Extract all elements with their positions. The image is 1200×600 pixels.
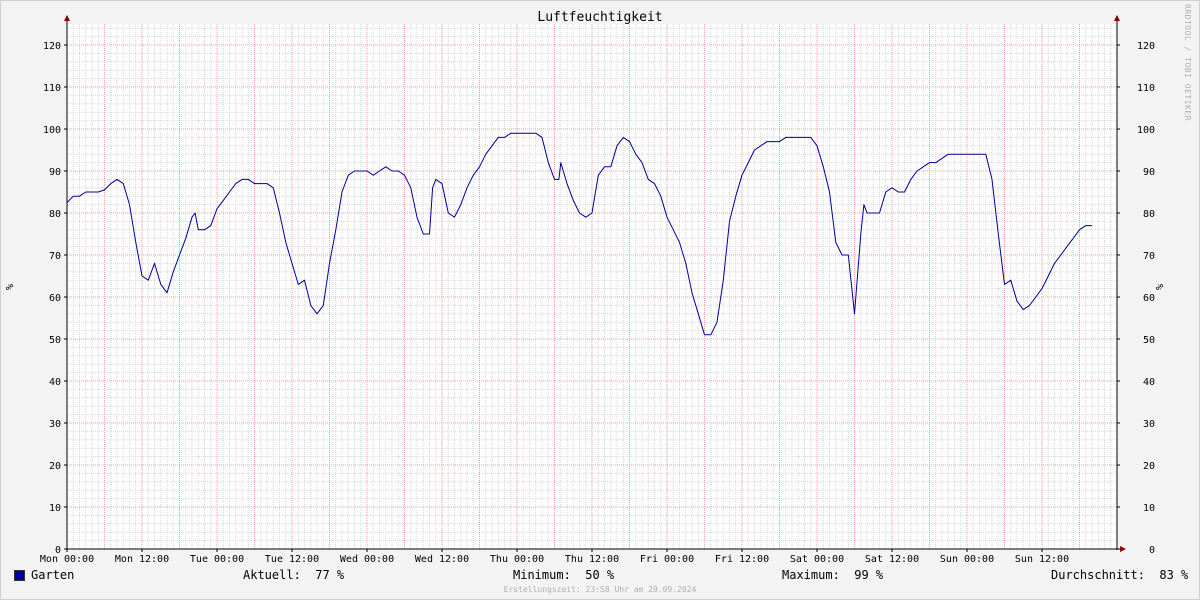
x-tick-label: Sat 12:00 <box>865 554 919 565</box>
y-tick-label-right: 10 <box>1143 503 1155 514</box>
y-axis-unit-left: % <box>5 284 16 290</box>
y-tick-label-left: 10 <box>49 503 61 514</box>
x-tick-label: Sun 00:00 <box>940 554 994 565</box>
stat-minimum: Minimum: 50 % <box>513 568 614 582</box>
stat-average-label: Durchschnitt: <box>1051 568 1145 582</box>
stat-average-value: 83 % <box>1159 568 1189 582</box>
y-tick-label-right: 50 <box>1143 335 1155 346</box>
stat-current-label: Aktuell: <box>243 568 301 582</box>
y-tick-label-right: 120 <box>1137 41 1155 52</box>
x-tick-label: Mon 00:00 <box>40 554 94 565</box>
y-tick-label-left: 70 <box>49 251 61 262</box>
y-tick-label-left: 90 <box>49 167 61 178</box>
x-tick-label: Thu 12:00 <box>565 554 619 565</box>
y-tick-label-left: 60 <box>49 293 61 304</box>
y-tick-label-right: 20 <box>1143 461 1155 472</box>
y-tick-label-left: 50 <box>49 335 61 346</box>
y-tick-label-right: 40 <box>1143 377 1155 388</box>
y-tick-label-left: 100 <box>43 125 61 136</box>
chart-title: Luftfeuchtigkeit <box>537 10 663 25</box>
y-tick-label-left: 30 <box>49 419 61 430</box>
y-tick-label-right: 60 <box>1143 293 1155 304</box>
y-tick-label-right: 70 <box>1143 251 1155 262</box>
x-tick-label: Sun 12:00 <box>1015 554 1069 565</box>
x-axis-arrow <box>1120 546 1126 552</box>
x-tick-label: Tue 00:00 <box>190 554 244 565</box>
stat-maximum-label: Maximum: <box>782 568 840 582</box>
y-tick-label-left: 80 <box>49 209 61 220</box>
y-tick-label-right: 80 <box>1143 209 1155 220</box>
rrdtool-watermark: RRDTOOL / TOBI OETIKER <box>1183 4 1192 121</box>
creation-timestamp: Erstellungszeit: 23:58 Uhr am 29.09.2024 <box>503 585 697 594</box>
x-tick-label: Mon 12:00 <box>115 554 169 565</box>
stat-maximum-value: 99 % <box>854 568 884 582</box>
legend-series-name: Garten <box>31 568 75 582</box>
y-tick-label-right: 100 <box>1137 125 1155 136</box>
y-axis-unit-right: % <box>1155 284 1166 290</box>
legend-swatch-garten <box>14 569 25 581</box>
graph-canvas: Mon 00:00 Mon 12:00 Tue 00:00 Tue 12:00 Wed … <box>0 0 1200 600</box>
chart-plot: Mon 00:00 Mon 12:00 Tue 00:00 Tue 12:00 Wed … <box>5 15 1166 565</box>
x-tick-label: Thu 00:00 <box>490 554 544 565</box>
y-tick-label-right: 0 <box>1149 545 1155 556</box>
y-tick-label-left: 40 <box>49 377 61 388</box>
stat-maximum: Maximum: 99 % <box>782 568 883 582</box>
stat-minimum-value: 50 % <box>585 568 615 582</box>
y-tick-label-left: 120 <box>43 41 61 52</box>
legend: Garten <box>14 568 74 582</box>
x-tick-label: Fri 00:00 <box>640 554 694 565</box>
y-tick-label-left: 0 <box>55 545 61 556</box>
stat-minimum-label: Minimum: <box>513 568 571 582</box>
y-tick-label-right: 110 <box>1137 83 1155 94</box>
y-tick-label-left: 20 <box>49 461 61 472</box>
y-tick-label-right: 30 <box>1143 419 1155 430</box>
y-tick-label-right: 90 <box>1143 167 1155 178</box>
stat-current-value: 77 % <box>315 568 345 582</box>
x-tick-label: Tue 12:00 <box>265 554 319 565</box>
x-tick-label: Wed 12:00 <box>415 554 469 565</box>
y-tick-label-left: 110 <box>43 83 61 94</box>
x-tick-label: Sat 00:00 <box>790 554 844 565</box>
stat-current: Aktuell: 77 % <box>243 568 344 582</box>
x-tick-label: Wed 00:00 <box>340 554 394 565</box>
x-tick-label: Fri 12:00 <box>715 554 769 565</box>
stat-average: Durchschnitt: 83 % <box>1051 568 1188 582</box>
